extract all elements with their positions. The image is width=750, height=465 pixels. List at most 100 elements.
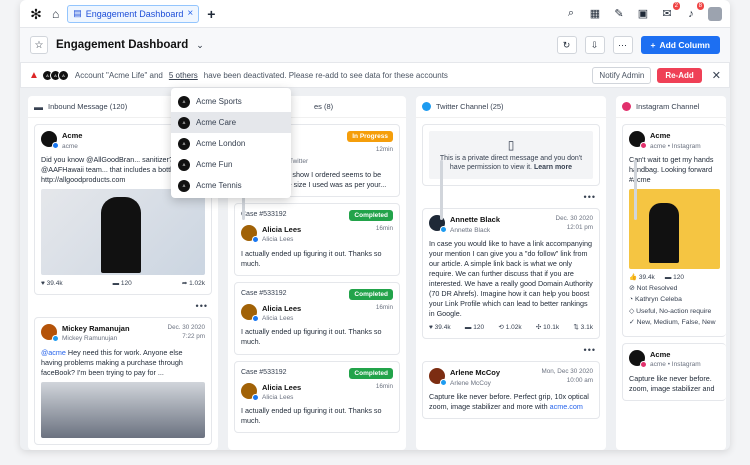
shares-count: 1.02k — [505, 324, 522, 332]
twitter-column: Twitter Channel (25) ▯ This is a private… — [416, 96, 606, 450]
case-time: 16min — [375, 303, 393, 311]
instagram-card[interactable]: Acme acme • Instagram Capture like never … — [622, 342, 726, 401]
calendar-icon[interactable]: ▣ — [636, 7, 650, 21]
case-time: 12min — [375, 146, 393, 154]
more-icon[interactable]: ••• — [416, 345, 606, 355]
share-icon: ➦ — [181, 279, 188, 287]
instagram-card[interactable]: Acme acme • Instagram Can't wait to get m… — [622, 124, 726, 337]
person-icon: ◔ — [629, 296, 634, 304]
tweet-link[interactable]: acme.com — [550, 402, 583, 411]
case-id: Case #533192 — [241, 211, 287, 219]
account-avatar: A — [178, 95, 190, 108]
export-icon[interactable]: ⇩ — [584, 36, 605, 54]
dashboard-icon: ▤ — [73, 8, 82, 18]
alert-text-prefix: Account "Acme Life" and — [74, 70, 163, 80]
scrollbar[interactable] — [440, 160, 443, 220]
column-title: Inbound Message (120) — [48, 102, 128, 111]
post-image — [41, 381, 205, 438]
message-icon: ▬ — [34, 101, 43, 112]
dropdown-item-acme-tennis[interactable]: A Acme Tennis — [171, 175, 291, 196]
account-avatar: A — [178, 158, 190, 171]
column-header: Twitter Channel (25) — [416, 96, 606, 118]
status-badge: In Progress — [347, 131, 393, 143]
case-card[interactable]: Case #533192 Completed Alicia Lees Alicia … — [234, 360, 400, 434]
post-time: 12:01 pm — [566, 223, 593, 231]
star-icon[interactable]: ☆ — [30, 36, 48, 54]
author-name: Mickey Ramanujan — [62, 323, 130, 333]
case-card[interactable]: Case #533192 Completed Alicia Lees Alicia … — [234, 202, 400, 276]
compose-icon[interactable]: ✎ — [612, 7, 626, 21]
author-handle: acme • Instagram — [650, 361, 701, 369]
status-badge: Completed — [349, 209, 393, 221]
tab-label: Engagement Dashboard — [85, 8, 184, 19]
more-options-icon[interactable]: ⋯ — [612, 36, 633, 54]
bell-icon[interactable]: ♪ 8 — [684, 1, 704, 21]
private-message-card: ▯ This is a private direct message and y… — [422, 124, 600, 186]
column-title: Twitter Channel (25) — [436, 102, 504, 111]
post-time: 7:22 pm — [182, 332, 205, 340]
column-title: Instagram Channel — [636, 102, 700, 111]
dropdown-item-label: Acme Sports — [196, 97, 242, 106]
notification-badge: 2 — [672, 1, 680, 10]
case-text: I actually ended up figuring it out. Tha… — [241, 406, 382, 426]
dropdown-item-label: Acme Care — [196, 118, 237, 127]
accounts-dropdown: A Acme Sports A Acme Care A Acme London A Ac… — [171, 88, 291, 198]
check-icon: ✓ — [629, 319, 635, 327]
message-card[interactable]: Mickey Ramanujan Mickey Ramunujan Dec. 3… — [34, 316, 212, 445]
case-text: I actually ended up figuring it out. Tha… — [241, 248, 382, 268]
top-right-icons: ⌕ ▦ ✎ ▣ ✉ 2 ♪ 8 — [564, 1, 722, 21]
mention[interactable]: @acme — [41, 348, 66, 357]
status-badge: Completed — [349, 367, 393, 379]
close-alert-icon[interactable]: ✕ — [712, 69, 721, 82]
plus-icon: + — [650, 40, 656, 50]
case-id: Case #533192 — [241, 290, 287, 298]
chevron-down-icon[interactable]: ⌄ — [196, 40, 204, 51]
sprinklr-logo-icon[interactable]: ✻ — [28, 6, 44, 22]
more-icon[interactable]: ••• — [28, 301, 218, 311]
dropdown-item-acme-fun[interactable]: A Acme Fun — [171, 154, 291, 175]
tweet-text: In case you would like to have a link ac… — [429, 238, 593, 319]
dashboard-header: ☆ Engagement Dashboard ⌄ ↻ ⇩ ⋯ + Add Colu… — [20, 28, 730, 62]
account-avatar: A — [178, 137, 190, 150]
post-text: Can't wait to get my hands handbag. Look… — [629, 154, 714, 184]
status-icon: ⊘ — [629, 284, 635, 292]
search-icon[interactable]: ⌕ — [564, 7, 578, 21]
top-bar: ✻ ⌂ ▤ Engagement Dashboard × + ⌕ ▦ ✎ ▣ ✉… — [20, 0, 730, 28]
author-name: Acme — [62, 131, 83, 140]
home-icon[interactable]: ⌂ — [52, 7, 59, 21]
tab-engagement-dashboard[interactable]: ▤ Engagement Dashboard × — [67, 4, 200, 23]
column-header: Instagram Channel — [616, 96, 726, 118]
close-tab-icon[interactable]: × — [187, 8, 193, 19]
readd-button[interactable]: Re-Add — [657, 67, 702, 83]
others-link[interactable]: 5 others — [169, 71, 198, 80]
avatar — [629, 349, 647, 368]
learn-more-link[interactable]: Learn more — [534, 164, 572, 171]
author-name: Acme — [650, 131, 671, 140]
post-image — [41, 188, 205, 275]
case-card[interactable]: Case #533192 Completed Alicia Lees Alicia … — [234, 281, 400, 355]
instagram-column: Instagram Channel Acme acme • Instagram C… — [616, 96, 726, 450]
resolution-status: Not Resolved — [636, 284, 678, 292]
tweet-card[interactable]: Arlene McCoy Arlene McCoy Mon, Dec 30 202… — [422, 361, 600, 420]
bell-badge: 8 — [696, 1, 704, 10]
notify-admin-button[interactable]: Notify Admin — [592, 66, 652, 84]
add-column-label: Add Column — [659, 40, 710, 50]
avatar — [241, 303, 259, 322]
grid-icon[interactable]: ▦ — [588, 7, 602, 21]
tweet-card[interactable]: Annette Black Annette Black Dec. 30 2020 1… — [422, 208, 600, 340]
dropdown-item-acme-care[interactable]: A Acme Care — [171, 112, 291, 133]
refresh-icon[interactable]: ↻ — [556, 36, 577, 54]
case-time: 16min — [375, 382, 393, 390]
more-icon[interactable]: ••• — [416, 192, 606, 202]
notifications-icon[interactable]: ✉ 2 — [660, 1, 680, 21]
scrollbar[interactable] — [634, 160, 637, 220]
dropdown-item-acme-london[interactable]: A Acme London — [171, 133, 291, 154]
author-handle: Annette Black — [450, 226, 491, 234]
add-column-button[interactable]: + Add Column — [640, 36, 720, 54]
dropdown-item-acme-sports[interactable]: A Acme Sports — [171, 91, 291, 112]
new-tab-plus-icon[interactable]: + — [207, 6, 215, 22]
assignee: Kathryn Celeba — [635, 296, 682, 304]
likes-count: 39.4k — [434, 324, 451, 332]
author-name: Arlene McCoy — [450, 368, 501, 378]
user-avatar[interactable] — [708, 6, 722, 21]
